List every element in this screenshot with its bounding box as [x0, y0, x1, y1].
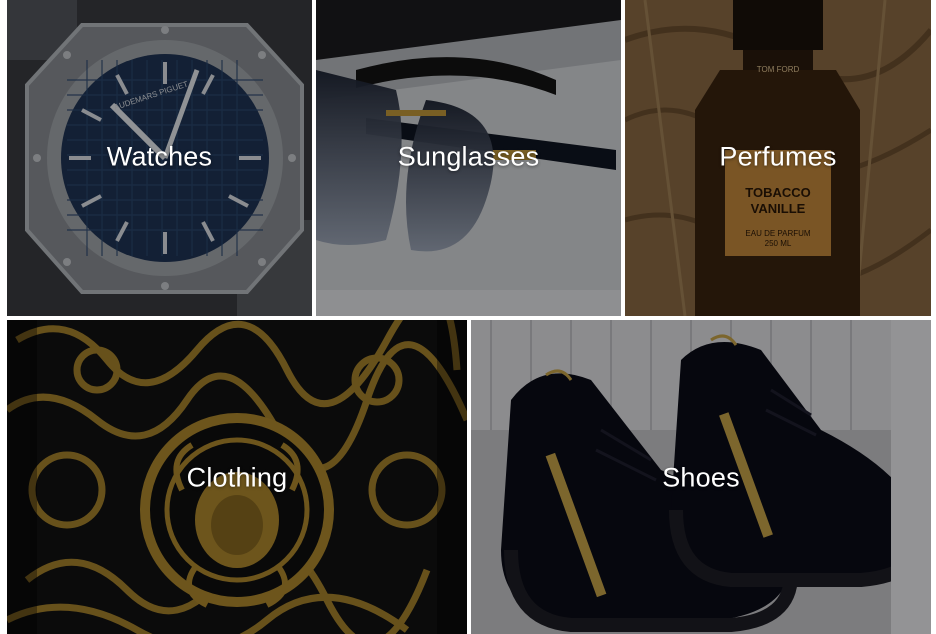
- category-tile-sunglasses[interactable]: Sunglasses: [316, 0, 621, 316]
- category-tile-shoes[interactable]: Shoes: [471, 320, 931, 634]
- category-label: Watches: [106, 141, 213, 172]
- category-grid: AUDEMARS PIGUET Watches Sunglasses TOM F…: [0, 0, 936, 634]
- category-label: Perfumes: [719, 141, 837, 172]
- category-label: Clothing: [186, 462, 288, 493]
- category-label: Shoes: [662, 462, 740, 493]
- category-tile-clothing[interactable]: Clothing: [7, 320, 467, 634]
- category-tile-perfumes[interactable]: TOM FORD TOBACCO VANILLE EAU DE PARFUM 2…: [625, 0, 931, 316]
- category-label: Sunglasses: [397, 141, 540, 172]
- category-tile-watches[interactable]: AUDEMARS PIGUET Watches: [7, 0, 312, 316]
